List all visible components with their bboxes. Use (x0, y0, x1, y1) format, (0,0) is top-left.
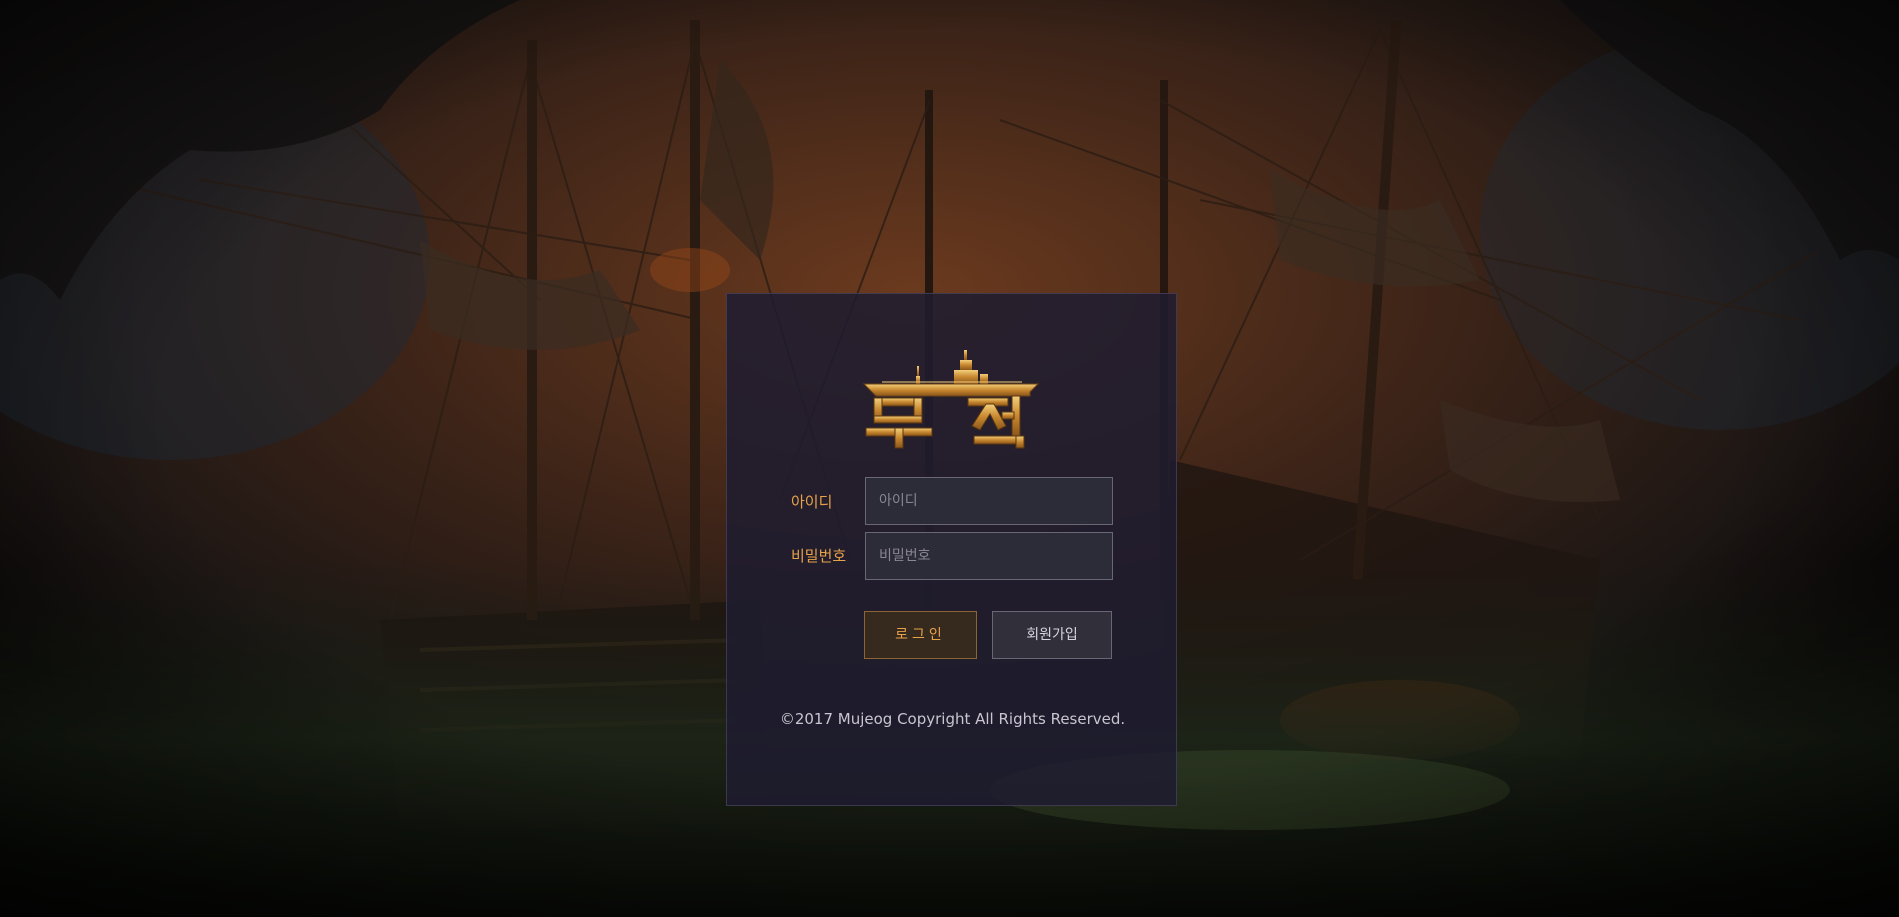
password-label: 비밀번호 (791, 547, 847, 565)
signup-button[interactable]: 회원가입 (992, 611, 1112, 659)
id-input[interactable] (865, 477, 1113, 525)
password-input[interactable] (865, 532, 1113, 580)
battleship-icon (862, 350, 1040, 449)
copyright-text: ©2017 Mujeog Copyright All Rights Reserv… (779, 710, 1126, 728)
id-label: 아이디 (791, 493, 833, 511)
login-button[interactable]: 로그인 (864, 611, 977, 659)
logo (862, 346, 1042, 450)
login-panel: 아이디 비밀번호 로그인 회원가입 ©2017 Mujeog Copyright… (726, 293, 1177, 806)
